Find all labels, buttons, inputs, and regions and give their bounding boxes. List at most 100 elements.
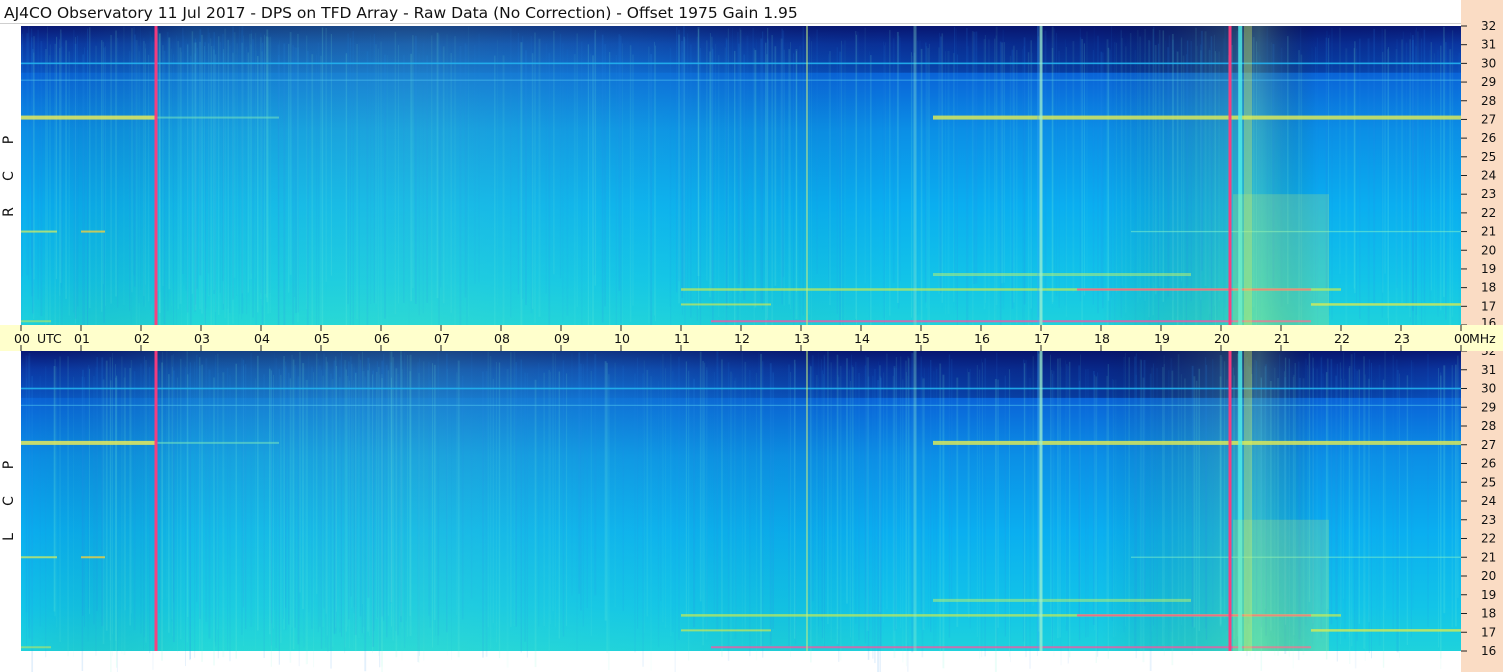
noise-streak <box>145 48 146 307</box>
noise-streak <box>506 369 509 668</box>
noise-streak <box>115 377 117 641</box>
noise-streak <box>849 380 852 638</box>
noise-streak <box>255 378 256 650</box>
frequency-band <box>711 646 1311 649</box>
noise-streak <box>243 35 244 298</box>
noise-streak <box>252 39 254 318</box>
noise-streak <box>710 36 713 290</box>
noise-streak <box>687 33 689 301</box>
noise-streak <box>1212 359 1214 616</box>
noise-streak <box>1382 379 1385 668</box>
noise-streak <box>774 46 777 286</box>
noise-streak <box>1433 53 1436 308</box>
noise-streak <box>1137 30 1139 303</box>
frequency-tick-label: 29 <box>1481 75 1496 89</box>
noise-streak <box>1106 375 1108 617</box>
noise-streak <box>967 46 969 336</box>
frequency-tick-label: 32 <box>1481 19 1496 33</box>
noise-streak <box>883 372 885 623</box>
time-tick-label: 02 <box>134 331 150 346</box>
noise-streak <box>824 356 825 648</box>
noise-streak <box>738 47 741 290</box>
noise-streak <box>892 38 895 283</box>
noise-streak <box>1457 355 1459 598</box>
spectrogram-panel-rcp <box>21 26 1461 355</box>
noise-streak <box>163 50 166 325</box>
noise-streak <box>1421 38 1423 331</box>
noise-streak <box>543 372 545 627</box>
noise-streak <box>922 378 923 631</box>
noise-streak <box>93 375 95 625</box>
noise-streak <box>846 358 848 604</box>
noise-streak <box>782 30 784 278</box>
broadband-line <box>154 26 158 325</box>
noise-streak <box>82 54 84 335</box>
noise-streak <box>442 46 445 304</box>
noise-streak <box>554 353 556 627</box>
noise-streak <box>706 367 708 640</box>
noise-streak <box>1057 358 1059 639</box>
noise-streak <box>461 375 464 620</box>
noise-streak <box>1180 374 1182 626</box>
noise-streak <box>143 41 145 296</box>
time-tick-label: 07 <box>434 331 450 346</box>
noise-streak <box>1058 50 1060 308</box>
noise-streak <box>850 354 852 614</box>
noise-streak <box>205 358 208 623</box>
noise-streak <box>289 378 292 663</box>
noise-streak <box>604 43 606 307</box>
noise-streak <box>1004 375 1006 637</box>
noise-streak <box>103 47 106 323</box>
noise-streak <box>1384 351 1386 611</box>
noise-streak <box>261 42 264 338</box>
noise-streak <box>1128 357 1130 648</box>
noise-streak <box>755 372 758 661</box>
noise-streak <box>1438 367 1439 648</box>
frequency-tick-label: 26 <box>1481 457 1496 471</box>
noise-streak <box>193 42 195 311</box>
noise-streak <box>409 371 412 616</box>
noise-streak <box>177 377 179 653</box>
noise-streak <box>818 352 819 627</box>
noise-streak <box>95 366 97 656</box>
noise-streak <box>464 43 467 298</box>
noise-streak <box>221 53 223 311</box>
frequency-unit-label: MHz <box>1469 331 1496 346</box>
noise-streak <box>899 37 901 281</box>
noise-streak <box>180 358 182 640</box>
noise-streak <box>497 39 498 306</box>
noise-streak <box>233 32 236 278</box>
noise-streak <box>255 50 257 335</box>
time-tick-label: 06 <box>374 331 390 346</box>
noise-streak <box>582 364 584 627</box>
frequency-tick-label: 22 <box>1481 532 1496 546</box>
noise-streak <box>604 361 607 621</box>
burst-region <box>1233 519 1329 651</box>
noise-streak <box>378 366 380 656</box>
noise-streak <box>313 372 315 668</box>
noise-streak <box>1139 36 1142 298</box>
noise-streak <box>571 353 573 596</box>
noise-streak <box>1193 376 1196 628</box>
noise-streak <box>698 28 700 309</box>
frequency-tick-label: 24 <box>1481 169 1496 183</box>
frequency-tick-label: 20 <box>1481 569 1496 583</box>
noise-streak <box>1384 29 1387 274</box>
noise-streak <box>1162 30 1165 302</box>
noise-streak <box>678 356 680 640</box>
noise-streak <box>520 359 522 653</box>
noise-streak <box>295 47 297 314</box>
noise-streak <box>1410 32 1412 323</box>
noise-streak <box>1093 374 1096 631</box>
noise-streak <box>229 375 231 662</box>
noise-streak <box>316 54 318 353</box>
noise-streak <box>920 356 922 613</box>
noise-streak <box>802 26 804 316</box>
noise-streak <box>502 55 505 344</box>
noise-streak <box>292 45 295 325</box>
noise-streak <box>1405 42 1408 308</box>
noise-streak <box>277 44 280 339</box>
noise-streak <box>685 361 687 617</box>
noise-streak <box>339 377 341 629</box>
noise-streak <box>321 27 324 327</box>
